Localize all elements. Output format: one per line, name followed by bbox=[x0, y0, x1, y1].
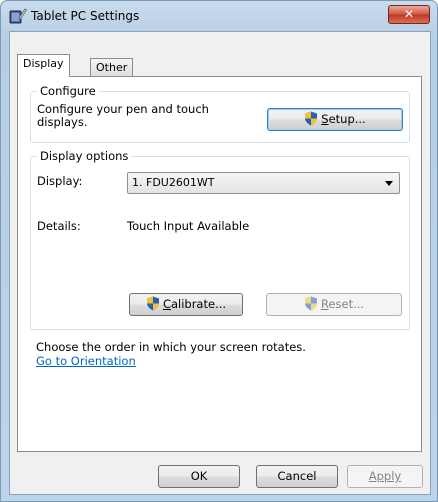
cancel-button[interactable]: Cancel bbox=[256, 465, 338, 488]
tablet-pen-icon bbox=[9, 8, 27, 24]
uac-shield-icon bbox=[304, 296, 317, 311]
uac-shield-icon bbox=[146, 296, 159, 311]
setup-accel: S bbox=[321, 112, 329, 126]
orientation-text: Choose the order in which your screen ro… bbox=[36, 340, 306, 354]
window-title: Tablet PC Settings bbox=[31, 9, 140, 23]
dialog-client-area: Display Other Configure Configure your p… bbox=[9, 31, 431, 495]
configure-group-title: Configure bbox=[37, 84, 99, 98]
display-options-group: Display options Display: 1. FDU2601WT De… bbox=[30, 149, 410, 330]
setup-button[interactable]: Setup... bbox=[267, 108, 403, 131]
details-label: Details: bbox=[37, 219, 81, 233]
close-icon: ✕ bbox=[403, 7, 415, 21]
display-select[interactable]: 1. FDU2601WT bbox=[127, 172, 400, 194]
apply-label: Apply bbox=[368, 469, 402, 483]
calibrate-button[interactable]: Calibrate... bbox=[129, 293, 243, 316]
setup-label: etup... bbox=[328, 112, 366, 126]
chevron-down-icon[interactable] bbox=[385, 181, 393, 186]
display-select-value: 1. FDU2601WT bbox=[132, 176, 215, 189]
details-value: Touch Input Available bbox=[127, 219, 250, 233]
display-options-group-title: Display options bbox=[37, 149, 132, 163]
reset-button[interactable]: Reset... bbox=[266, 293, 402, 316]
tab-other-label: Other bbox=[96, 61, 128, 74]
orientation-link[interactable]: Go to Orientation bbox=[36, 354, 136, 368]
tablet-pc-settings-window: Tablet PC Settings ✕ Display Other Confi… bbox=[0, 0, 438, 502]
tab-other[interactable]: Other bbox=[90, 58, 134, 78]
apply-button[interactable]: Apply bbox=[347, 465, 423, 488]
calibrate-accel: C bbox=[162, 297, 171, 311]
uac-shield-icon bbox=[305, 111, 318, 126]
close-button[interactable]: ✕ bbox=[388, 5, 430, 24]
configure-group: Configure Configure your pen and touch d… bbox=[30, 84, 410, 143]
configure-description: Configure your pen and touch displays. bbox=[37, 102, 209, 129]
display-tab-panel: Configure Configure your pen and touch d… bbox=[17, 76, 422, 452]
tab-display-label: Display bbox=[23, 57, 64, 70]
reset-label: eset... bbox=[328, 297, 365, 311]
display-label: Display: bbox=[37, 174, 83, 188]
title-bar[interactable]: Tablet PC Settings ✕ bbox=[1, 1, 437, 31]
ok-button[interactable]: OK bbox=[158, 465, 240, 488]
tab-display[interactable]: Display bbox=[17, 54, 70, 77]
calibrate-label: alibrate... bbox=[170, 297, 227, 311]
